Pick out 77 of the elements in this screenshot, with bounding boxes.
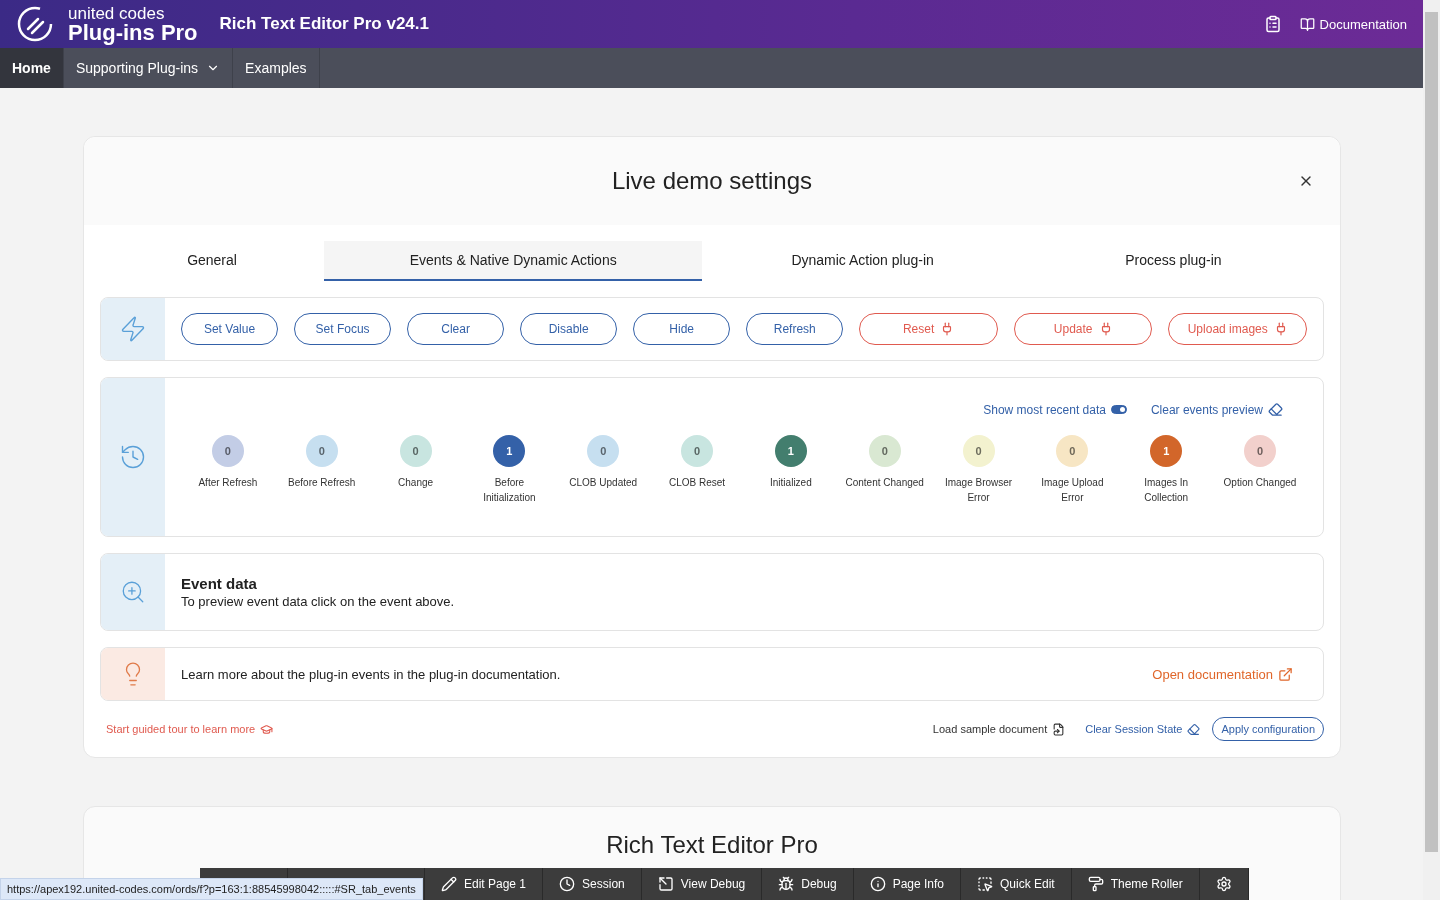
info-icon — [869, 876, 886, 892]
status-tooltip: https://apex192.united-codes.com/ords/f?p=163:1:88545998042:::::#SR_tab_events — [0, 878, 423, 900]
event-label: CLOB Reset — [669, 476, 726, 490]
settings-icon — [1215, 876, 1232, 892]
lightning-icon — [119, 315, 147, 343]
load-sample-link[interactable]: Load sample document — [932, 722, 1066, 736]
nav-item[interactable]: Supporting Plug-ins — [63, 48, 234, 88]
cursor-icon — [977, 876, 993, 892]
event-label: Initialized — [770, 476, 812, 490]
pencil-icon — [441, 876, 457, 892]
event-count[interactable]: 1 — [493, 435, 526, 467]
action-button[interactable]: Refresh — [746, 313, 844, 345]
tab[interactable]: Dynamic Action plug-in — [702, 241, 1023, 281]
paint-roller-icon — [1087, 876, 1104, 892]
event-count[interactable]: 0 — [305, 435, 338, 467]
event-label: Content Changed — [845, 476, 924, 490]
action-button[interactable]: Set Value — [181, 313, 279, 345]
open-documentation-link[interactable]: Open documentation — [1152, 666, 1293, 682]
app-title: Rich Text Editor Pro v24.1 — [219, 14, 429, 34]
event-label: Before Initialization — [482, 476, 537, 505]
brand-product: Plug-ins Pro — [68, 21, 198, 44]
action-button[interactable]: Set Focus — [294, 313, 392, 345]
action-button[interactable]: Hide — [633, 313, 731, 345]
clear-events-link[interactable]: Clear events preview — [1150, 402, 1283, 417]
document-icon — [1052, 722, 1066, 736]
event-count[interactable]: 0 — [587, 435, 620, 467]
tab[interactable]: Events & Native Dynamic Actions — [324, 241, 703, 281]
action-button[interactable]: Reset — [859, 313, 998, 345]
recent-data-toggle[interactable]: Show most recent data — [983, 402, 1127, 417]
nav-item[interactable]: Examples — [233, 48, 320, 88]
event-count[interactable]: 0 — [962, 435, 995, 467]
event-count[interactable]: 0 — [868, 435, 901, 467]
nav-item[interactable]: Home — [0, 48, 64, 88]
eraser-icon — [1268, 402, 1283, 417]
card-title: Rich Text Editor Pro — [606, 831, 818, 859]
action-button[interactable]: Disable — [520, 313, 618, 345]
zoom-in-icon — [120, 579, 146, 605]
action-button[interactable]: Clear — [407, 313, 505, 345]
graduation-cap-icon — [260, 722, 274, 736]
brand-name: united codes — [68, 4, 166, 22]
eraser-icon — [1187, 722, 1201, 736]
event-label: Change — [398, 476, 434, 490]
scrollbar-thumb[interactable] — [1425, 12, 1438, 852]
logo-icon — [16, 5, 54, 43]
event-count[interactable]: 1 — [774, 435, 807, 467]
card-title: Live demo settings — [611, 167, 813, 195]
action-button[interactable]: Upload images — [1168, 313, 1307, 345]
event-label: Before Refresh — [288, 476, 356, 490]
book-icon — [1299, 16, 1315, 32]
event-count[interactable]: 0 — [1056, 435, 1089, 467]
window-arrow-icon — [657, 876, 674, 892]
apply-configuration-button[interactable]: Apply configuration — [1212, 717, 1324, 741]
event-count[interactable]: 0 — [211, 435, 244, 467]
event-count[interactable]: 1 — [1150, 435, 1183, 467]
event-label: After Refresh — [198, 476, 258, 490]
event-count[interactable]: 0 — [399, 435, 432, 467]
clock-icon — [559, 876, 576, 892]
bug-icon — [778, 876, 795, 892]
action-button[interactable]: Update — [1013, 313, 1153, 345]
event-label: CLOB Updated — [569, 476, 638, 490]
event-label: Option Changed — [1223, 476, 1297, 490]
event-label: Images In Collection — [1143, 476, 1190, 505]
tab[interactable]: Process plug-in — [1022, 241, 1324, 281]
event-count[interactable]: 0 — [681, 435, 714, 467]
history-icon — [119, 443, 147, 471]
event-label: Image Upload Error — [1040, 476, 1105, 505]
documentation-link[interactable]: Documentation — [1299, 16, 1407, 32]
guided-tour-link[interactable]: Start guided tour to learn more — [106, 722, 274, 736]
tab[interactable]: General — [100, 241, 325, 281]
clipboard-alert-icon[interactable] — [1263, 15, 1282, 33]
event-data-text: To preview event data click on the event above. — [181, 594, 456, 609]
clear-session-link[interactable]: Clear Session State — [1085, 722, 1201, 736]
event-label: Image Browser Error — [943, 476, 1014, 505]
external-link-icon — [1278, 666, 1293, 682]
learn-more-text: Learn more about the plug-in events in the plug-in documentation. — [181, 666, 561, 682]
event-data-title: Event data — [181, 575, 258, 592]
event-count[interactable]: 0 — [1244, 435, 1276, 467]
